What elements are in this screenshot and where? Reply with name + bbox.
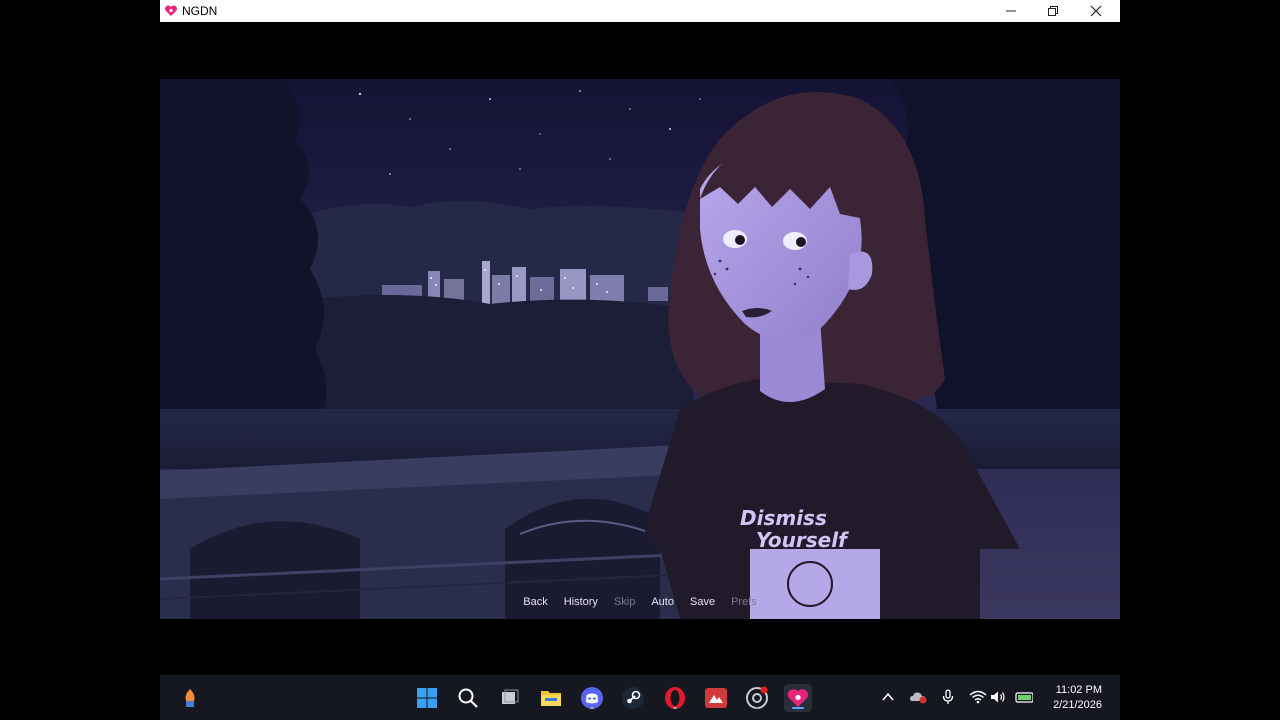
battery-button[interactable] <box>1015 688 1033 706</box>
restore-icon <box>1048 6 1058 16</box>
start-button[interactable] <box>413 684 441 712</box>
opera-button[interactable] <box>661 684 689 712</box>
steam-button[interactable] <box>619 684 647 712</box>
onedrive-button[interactable] <box>909 688 927 706</box>
chevron-up-icon <box>882 692 894 701</box>
quick-menu: Back History Skip Auto Save Prefs <box>160 596 1120 608</box>
window-title: NGDN <box>182 4 218 18</box>
scene-illustration: Dismiss Yourself <box>160 79 1120 619</box>
microphone-button[interactable] <box>939 688 957 706</box>
microphone-icon <box>942 689 954 704</box>
active-indicator <box>792 707 804 709</box>
running-indicator <box>590 707 594 709</box>
quick-menu-back[interactable]: Back <box>523 596 547 608</box>
clock-time: 11:02 PM <box>1055 684 1102 696</box>
chrome-button[interactable] <box>743 684 771 712</box>
volume-icon <box>991 691 1005 703</box>
quick-menu-prefs[interactable]: Prefs <box>731 596 757 608</box>
volume-button[interactable] <box>989 688 1007 706</box>
task-view-button[interactable] <box>496 684 524 712</box>
taskbar: 11:02 PM 2/21/2026 <box>160 675 1120 720</box>
wifi-icon <box>969 690 987 704</box>
battery-icon <box>1015 692 1033 703</box>
search-button[interactable] <box>454 684 482 712</box>
steam-icon <box>622 687 644 709</box>
quick-menu-skip[interactable]: Skip <box>614 596 635 608</box>
quick-menu-save[interactable]: Save <box>690 596 715 608</box>
widgets-button[interactable] <box>176 684 204 712</box>
clock[interactable]: 11:02 PM 2/21/2026 <box>1053 683 1102 713</box>
running-indicator <box>755 707 759 709</box>
clock-date: 2/21/2026 <box>1053 699 1102 711</box>
close-icon <box>1090 5 1102 17</box>
close-button[interactable] <box>1075 0 1117 22</box>
search-icon <box>458 688 478 708</box>
wifi-button[interactable] <box>969 688 987 706</box>
game-window: NGDN Dismiss Yourself Back History Skip … <box>160 0 1120 720</box>
restore-button[interactable] <box>1032 0 1074 22</box>
app-red-icon <box>705 688 727 708</box>
file-explorer-icon <box>541 691 561 706</box>
shirt-text-line2: Yourself <box>756 528 849 552</box>
running-indicator <box>673 707 677 709</box>
quick-menu-auto[interactable]: Auto <box>651 596 674 608</box>
show-hidden-icons-button[interactable] <box>879 688 897 706</box>
minimize-button[interactable] <box>990 0 1032 22</box>
title-bar: NGDN <box>160 0 1120 22</box>
quick-menu-history[interactable]: History <box>564 596 598 608</box>
minimize-icon <box>1006 10 1016 12</box>
ngdn-button[interactable] <box>784 684 812 712</box>
windows-start-icon <box>417 688 437 708</box>
task-view-icon <box>502 689 519 704</box>
shirt-text-line1: Dismiss <box>740 506 827 530</box>
onedrive-icon <box>910 692 927 704</box>
file-explorer-button[interactable] <box>537 684 565 712</box>
ngdn-heart-icon <box>165 5 177 16</box>
game-viewport[interactable]: Dismiss Yourself Back History Skip Auto … <box>160 79 1120 619</box>
widgets-icon <box>185 689 195 707</box>
discord-button[interactable] <box>578 684 606 712</box>
app-red-button[interactable] <box>702 684 730 712</box>
